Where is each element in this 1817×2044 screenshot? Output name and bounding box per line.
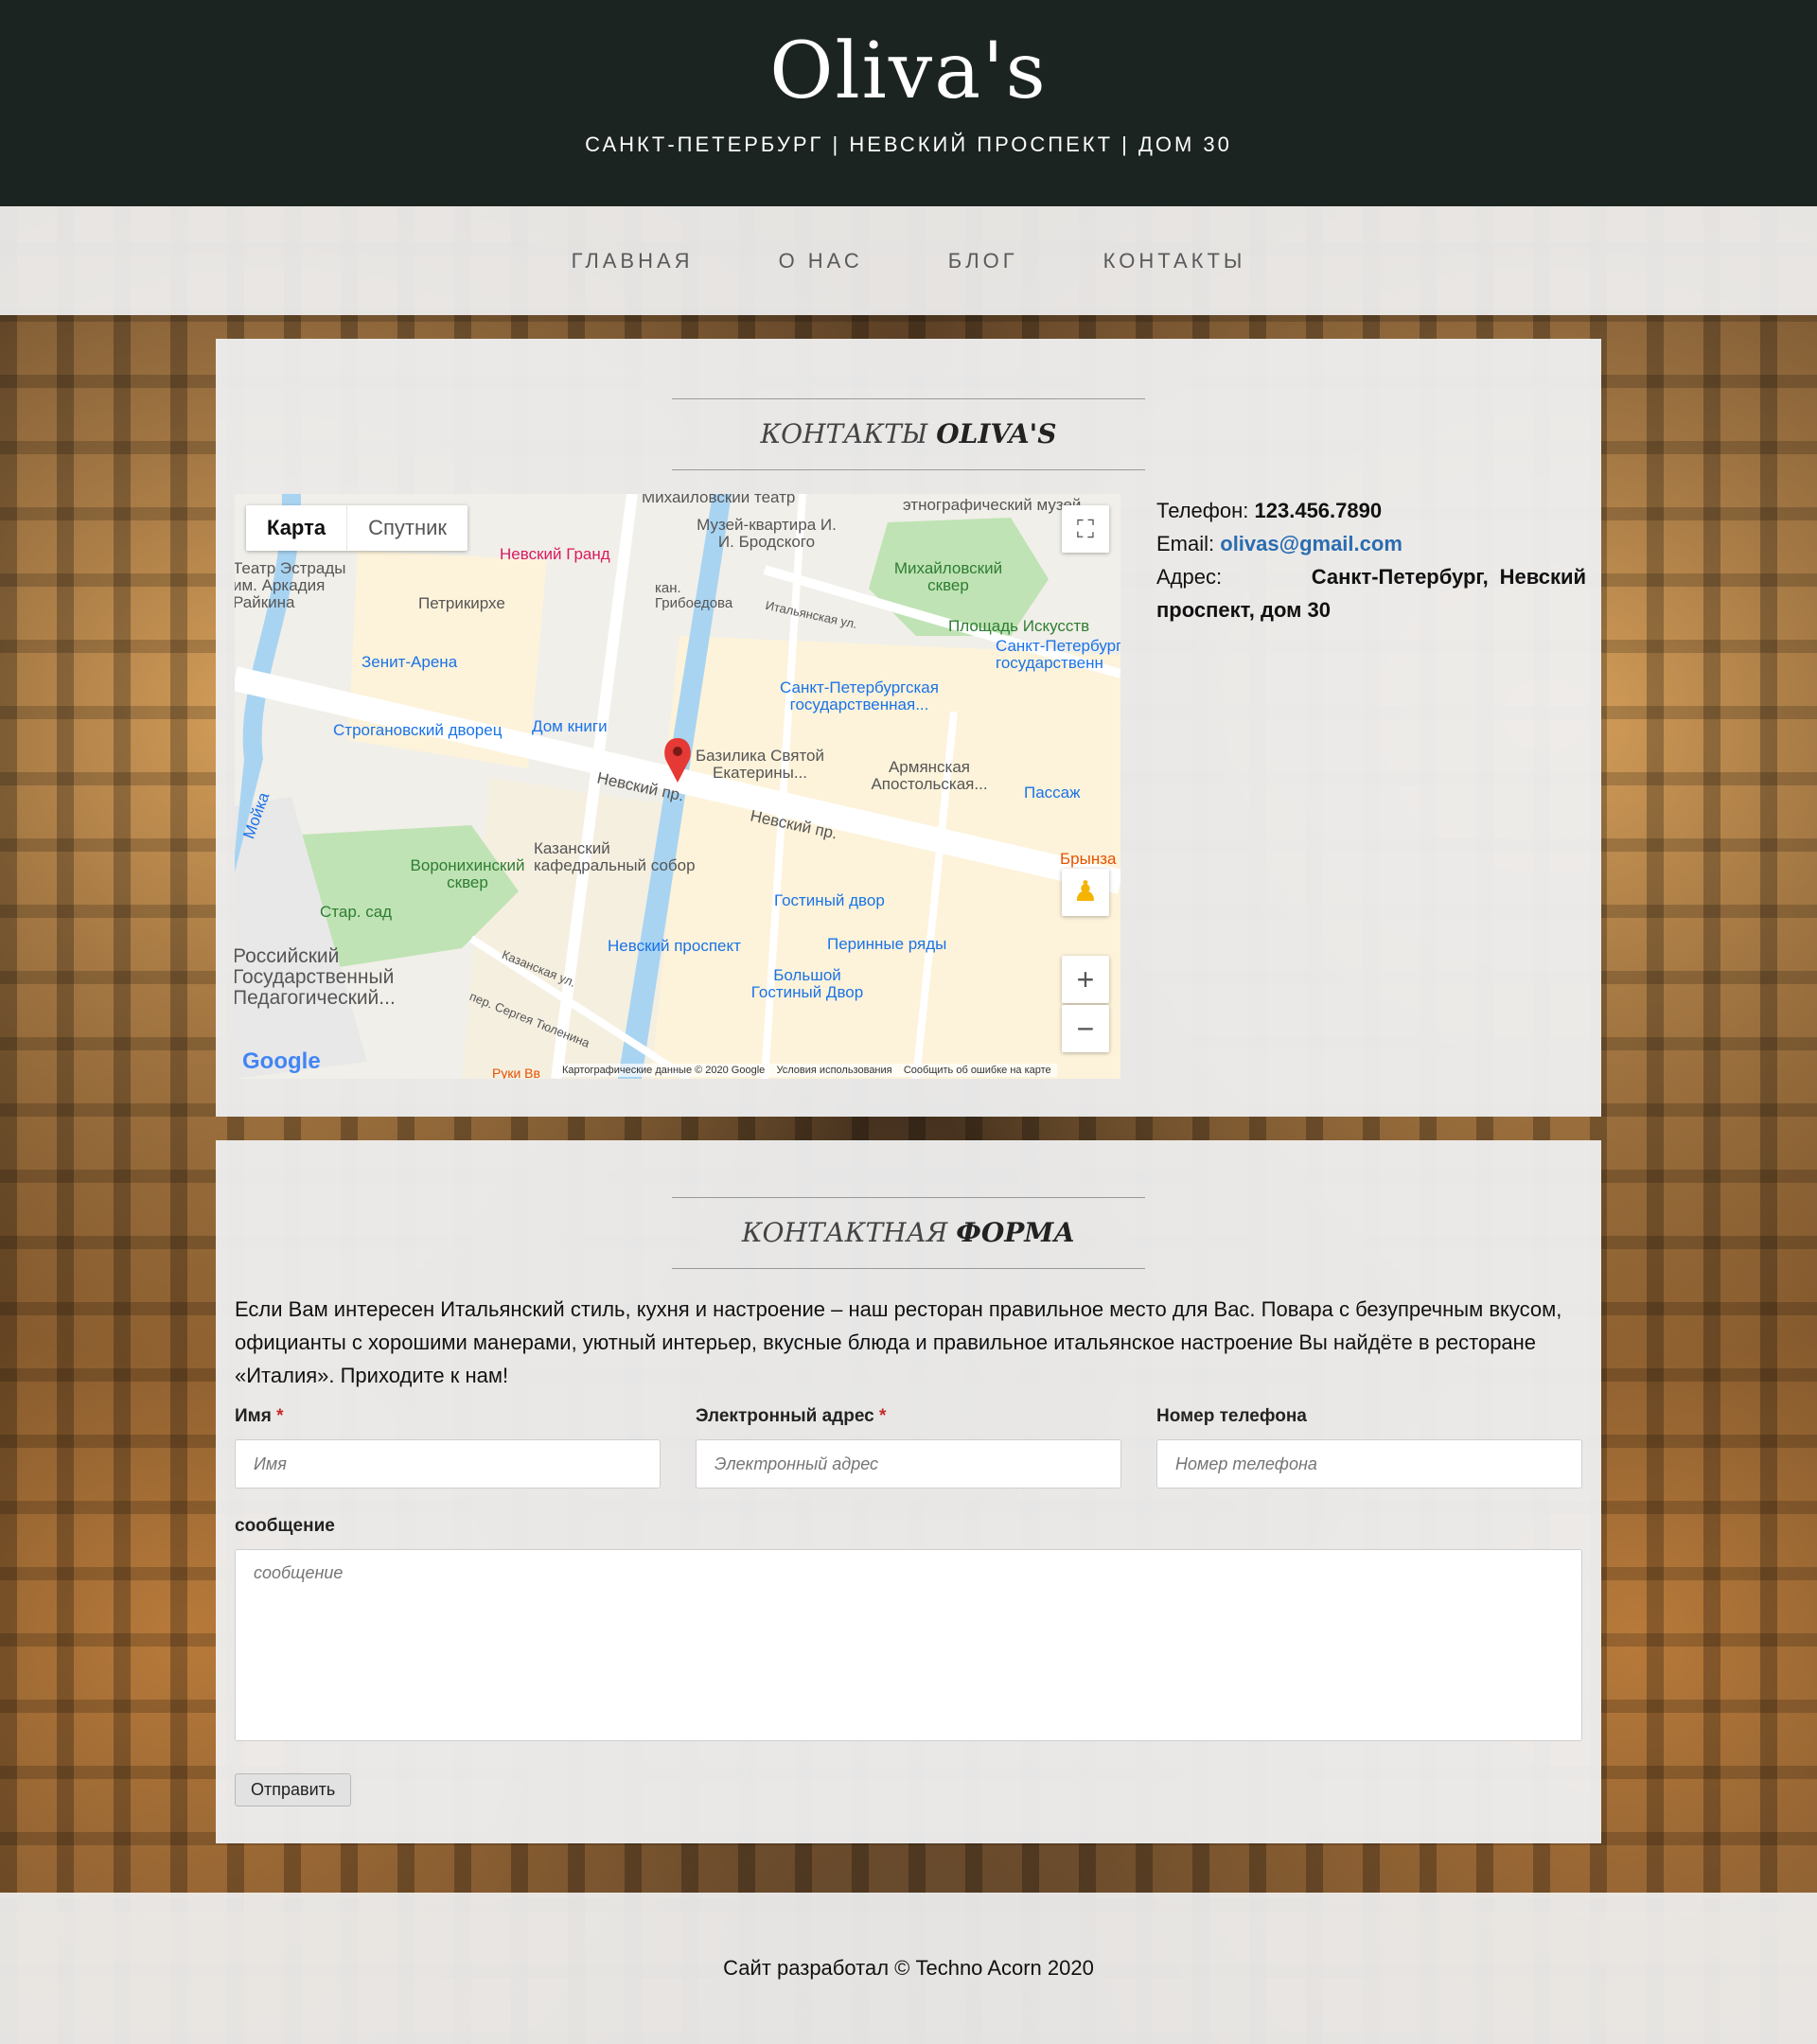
map-label: Пассаж xyxy=(1024,784,1081,802)
email-label: Электронный адрес * xyxy=(696,1406,886,1427)
site-header: Oliva's САНКТ-ПЕТЕРБУРГ | НЕВСКИЙ ПРОСПЕ… xyxy=(0,0,1817,206)
phone-label: Телефон: xyxy=(1156,499,1249,522)
map-label: Театр Эстрады им. Аркадия Райкина xyxy=(235,559,346,611)
name-label-text: Имя xyxy=(235,1406,272,1426)
map-tab-map[interactable]: Карта xyxy=(246,505,348,551)
nav-item-home[interactable]: ГЛАВНАЯ xyxy=(572,249,694,273)
map-terms-link[interactable]: Условия использования xyxy=(777,1065,892,1076)
required-mark: * xyxy=(879,1406,887,1426)
main-nav: ГЛАВНАЯ О НАС БЛОГ КОНТАКТЫ xyxy=(0,206,1817,315)
map-footer: Картографические данные © 2020 Google Ус… xyxy=(556,1064,1057,1077)
phone-field[interactable] xyxy=(1156,1439,1582,1489)
map-label: Михайловский театр xyxy=(642,494,796,506)
fullscreen-icon[interactable]: ⛶ xyxy=(1062,505,1109,553)
map-label: Площадь Искусств xyxy=(948,617,1090,635)
contacts-title: КОНТАКТЫ OLIVA'S xyxy=(672,398,1145,470)
map-label: Строгановский дворец xyxy=(333,721,503,739)
email-label: Email: xyxy=(1156,532,1215,555)
contacts-card: КОНТАКТЫ OLIVA'S Михайловский театр этно… xyxy=(216,339,1601,1117)
map-label: Дом книги xyxy=(532,717,608,735)
contacts-title-light: КОНТАКТЫ xyxy=(760,418,928,449)
nav-item-contacts[interactable]: КОНТАКТЫ xyxy=(1103,249,1246,273)
map-label: Музей-квартира И. И. Бродского xyxy=(697,516,837,551)
zoom-in-button[interactable]: + xyxy=(1062,956,1109,1003)
map-label: Большой Гостиный Двор xyxy=(750,966,864,1001)
zoom-out-button[interactable]: − xyxy=(1062,1005,1109,1052)
email-link[interactable]: olivas@gmail.com xyxy=(1220,532,1402,555)
contacts-title-strong: OLIVA'S xyxy=(936,418,1057,449)
email-label-text: Электронный адрес xyxy=(696,1406,874,1426)
google-logo-text: Google xyxy=(242,1048,321,1074)
form-title-light: КОНТАКТНАЯ xyxy=(741,1217,948,1248)
google-logo: Google xyxy=(242,1048,321,1075)
map-label: Михайловский сквер xyxy=(893,559,1003,594)
map-label: Невский Гранд xyxy=(500,545,610,563)
phone-value: 123.456.7890 xyxy=(1254,499,1383,522)
map-label: Базилика Святой Екатерины... xyxy=(696,747,824,782)
address-value: Санкт-Петербург, Невский проспект, дом 3… xyxy=(1156,565,1586,622)
form-title: КОНТАКТНАЯ ФОРМА xyxy=(672,1197,1145,1269)
map-label: Стар. сад xyxy=(320,903,393,921)
email-line: Email: olivas@gmail.com xyxy=(1156,527,1586,560)
contact-info: Телефон: 123.456.7890 Email: olivas@gmai… xyxy=(1156,494,1586,626)
map-label: Армянская Апостольская... xyxy=(871,758,988,793)
map-label: Гостиный двор xyxy=(774,891,885,909)
name-label: Имя * xyxy=(235,1406,284,1427)
street-view-pegman-icon[interactable]: ♟ xyxy=(1062,869,1109,916)
message-label: сообщение xyxy=(235,1516,335,1536)
email-field[interactable] xyxy=(696,1439,1121,1489)
nav-item-about[interactable]: О НАС xyxy=(779,249,863,273)
map-label: Брынза xyxy=(1060,850,1117,868)
map-label: этнографический музей xyxy=(903,496,1082,514)
map-label: Перинные ряды xyxy=(827,935,947,953)
form-title-strong: ФОРМА xyxy=(956,1217,1076,1248)
map-label: Санкт-Петербургская государственная... xyxy=(780,678,939,714)
phone-label: Номер телефона xyxy=(1156,1406,1307,1426)
map-attribution: Картографические данные © 2020 Google xyxy=(562,1065,766,1076)
name-field[interactable] xyxy=(235,1439,661,1489)
address-line: Адрес: Санкт-Петербург, Невский проспект… xyxy=(1156,560,1586,626)
contact-form-card: КОНТАКТНАЯ ФОРМА Если Вам интересен Итал… xyxy=(216,1140,1601,1843)
required-mark: * xyxy=(276,1406,284,1426)
map-label: Петрикирхе xyxy=(418,594,505,612)
address-label: Адрес: xyxy=(1156,565,1223,589)
phone-line: Телефон: 123.456.7890 xyxy=(1156,494,1586,527)
map-type-tabs: Карта Спутник xyxy=(246,505,468,551)
map-label: Санкт-Петербург государственн xyxy=(996,637,1120,672)
submit-button[interactable]: Отправить xyxy=(235,1773,352,1806)
map-label: кан. Грибоедова xyxy=(655,580,733,611)
form-intro-text: Если Вам интересен Итальянский стиль, ку… xyxy=(235,1297,1562,1387)
message-field[interactable] xyxy=(235,1549,1582,1741)
map-tab-satellite[interactable]: Спутник xyxy=(347,505,467,551)
map-label: Воронихинский сквер xyxy=(410,856,525,891)
map-label: Зенит-Арена xyxy=(362,653,458,671)
map-label: Казанский кафедральный собор xyxy=(534,839,696,874)
nav-item-blog[interactable]: БЛОГ xyxy=(948,249,1018,273)
map-label: Невский проспект xyxy=(608,937,741,955)
google-map[interactable]: Михайловский театр этнографический музей… xyxy=(235,494,1120,1079)
map-report-link[interactable]: Сообщить об ошибке на карте xyxy=(904,1065,1051,1076)
map-label: Руки Вв xyxy=(492,1066,540,1079)
footer-credit: Сайт разработал © Techno Acorn 2020 xyxy=(723,1956,1094,1980)
site-footer: Сайт разработал © Techno Acorn 2020 xyxy=(0,1893,1817,2044)
site-tagline: САНКТ-ПЕТЕРБУРГ | НЕВСКИЙ ПРОСПЕКТ | ДОМ… xyxy=(585,132,1232,156)
map-label: Российский Государственный Педагогически… xyxy=(235,945,396,1009)
site-logo[interactable]: Oliva's xyxy=(0,26,1817,116)
